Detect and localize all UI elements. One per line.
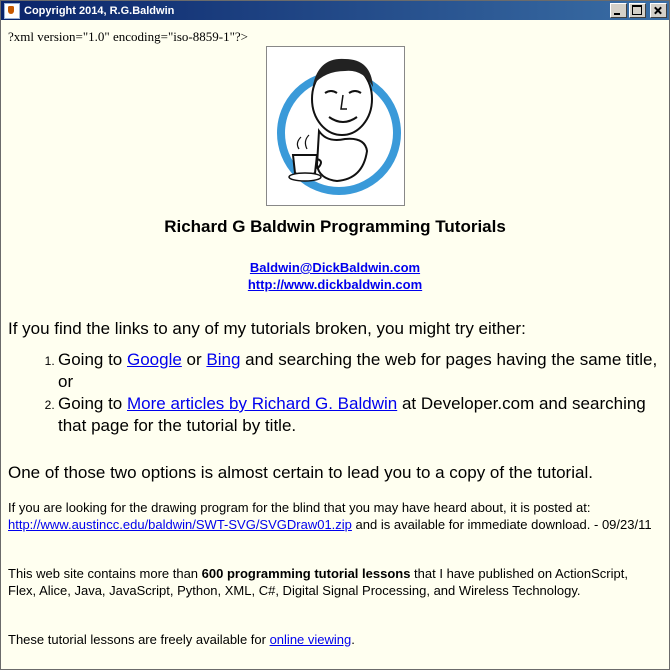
list-item: Going to Google or Bing and searching th… [58, 349, 658, 393]
minimize-button[interactable] [610, 3, 627, 18]
drawing-program-paragraph: If you are looking for the drawing progr… [8, 499, 658, 533]
list-item: Going to More articles by Richard G. Bal… [58, 393, 658, 437]
contact-links: Baldwin@DickBaldwin.com http://www.dickb… [1, 259, 669, 293]
option-text: or [181, 350, 207, 369]
email-link[interactable]: Baldwin@DickBaldwin.com [250, 260, 420, 275]
maximize-button[interactable] [629, 3, 646, 18]
option-text: Going to [58, 394, 127, 413]
paragraph-text: This web site contains more than [8, 566, 202, 581]
lessons-count-bold: 600 programming tutorial lessons [201, 566, 411, 581]
outro-text: One of those two options is almost certa… [8, 463, 593, 482]
online-viewing-link[interactable]: online viewing [270, 632, 352, 647]
app-window: Copyright 2014, R.G.Baldwin ?xml version… [0, 0, 670, 670]
paragraph-text: If you are looking for the drawing progr… [8, 500, 591, 515]
google-link[interactable]: Google [127, 350, 182, 369]
portrait-illustration [277, 58, 401, 195]
bing-link[interactable]: Bing [206, 350, 240, 369]
option-text: Going to [58, 350, 127, 369]
free-viewing-paragraph: These tutorial lessons are freely availa… [8, 631, 658, 648]
more-articles-link[interactable]: More articles by Richard G. Baldwin [127, 394, 397, 413]
lessons-paragraph: This web site contains more than 600 pro… [8, 565, 658, 599]
html-content-pane[interactable]: ?xml version="1.0" encoding="iso-8859-1"… [1, 21, 669, 669]
website-link[interactable]: http://www.dickbaldwin.com [248, 277, 422, 292]
window-title: Copyright 2014, R.G.Baldwin [24, 4, 175, 17]
paragraph-text: These tutorial lessons are freely availa… [8, 632, 270, 647]
xml-declaration-text: ?xml version="1.0" encoding="iso-8859-1"… [8, 29, 248, 44]
close-button[interactable] [650, 3, 667, 18]
svgdraw-zip-link[interactable]: http://www.austincc.edu/baldwin/SWT-SVG/… [8, 517, 352, 532]
java-cup-icon [4, 2, 20, 19]
paragraph-text: and is available for immediate download.… [351, 517, 652, 532]
title-bar[interactable]: Copyright 2014, R.G.Baldwin [1, 1, 669, 20]
options-list: Going to Google or Bing and searching th… [1, 349, 658, 437]
paragraph-text: . [351, 632, 355, 647]
window-controls [610, 3, 667, 18]
page-heading: Richard G Baldwin Programming Tutorials [164, 217, 506, 236]
author-portrait-image [266, 46, 405, 206]
intro-text: If you find the links to any of my tutor… [8, 319, 526, 338]
